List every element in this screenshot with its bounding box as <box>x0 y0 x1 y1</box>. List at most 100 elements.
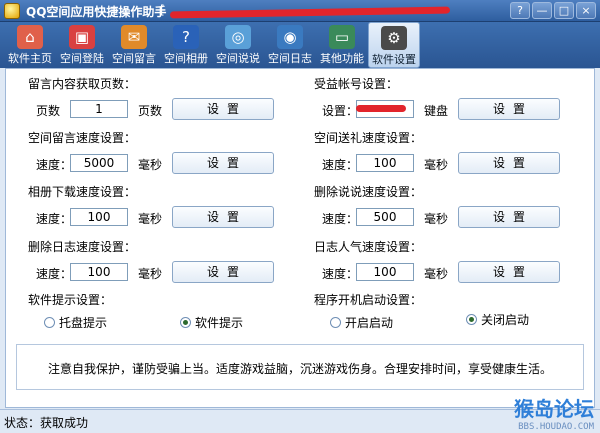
monitor-icon: ▭ <box>329 25 355 49</box>
app-title: QQ空间应用快捷操作助手 <box>26 5 167 19</box>
toolbar-label: 软件主页 <box>8 52 52 65</box>
popularity-speed-set-button[interactable]: 设置 <box>458 261 560 283</box>
msg-speed-input[interactable]: 5000 <box>70 154 128 172</box>
radio-button[interactable] <box>180 317 191 328</box>
redaction-mark <box>356 105 406 112</box>
toolbar-login[interactable]: ▣ 空间登陆 <box>56 22 108 68</box>
field-label: 速度： <box>322 212 359 226</box>
field-label: 页数 <box>36 104 61 118</box>
popularity-speed-setting: 日志人气速度设置： 速度： 100 毫秒 设置 <box>306 238 583 288</box>
toolbar-home[interactable]: ⌂ 软件主页 <box>4 22 56 68</box>
field-label: 设置： <box>322 104 359 118</box>
talk-icon: ◎ <box>225 25 251 49</box>
watermark-logo: 猴岛论坛 <box>514 397 594 421</box>
radio-button[interactable] <box>466 314 477 325</box>
unit-label: 毫秒 <box>424 267 449 281</box>
radio-enable-autostart[interactable]: 开启启动 <box>330 314 393 331</box>
diary-icon: ◉ <box>277 25 303 49</box>
home-icon: ⌂ <box>17 25 43 49</box>
notice-text: 注意自我保护，谨防受骗上当。适度游戏益脑，沉迷游戏伤身。合理安排时间，享受健康生… <box>47 362 552 376</box>
toolbar-monitor[interactable]: ▭ 其他功能 <box>316 22 368 68</box>
unit-label: 毫秒 <box>424 212 449 226</box>
unit-label: 页数 <box>138 104 163 118</box>
group-title: 程序开机启动设置： <box>314 293 423 307</box>
field-label: 速度： <box>36 158 73 172</box>
group-title: 日志人气速度设置： <box>314 240 423 254</box>
radio-label: 托盘提示 <box>59 316 108 330</box>
login-icon: ▣ <box>69 25 95 49</box>
message-icon: ✉ <box>121 25 147 49</box>
group-title: 受益帐号设置： <box>314 77 399 91</box>
field-label: 速度： <box>322 158 359 172</box>
radio-label: 关闭启动 <box>481 313 530 327</box>
toolbar-message[interactable]: ✉ 空间留言 <box>108 22 160 68</box>
tips-setting: 软件提示设置： 托盘提示 软件提示 <box>20 291 297 341</box>
toolbar-label: 空间日志 <box>268 52 312 65</box>
app-icon <box>4 3 20 19</box>
account-setting: 受益帐号设置： 设置： 键盘 设置 <box>306 75 583 125</box>
album-speed-setting: 相册下载速度设置： 速度： 100 毫秒 设置 <box>20 183 297 233</box>
status-bar: 状态：获取成功 <box>0 409 600 433</box>
diary-speed-setting: 删除日志速度设置： 速度： 100 毫秒 设置 <box>20 238 297 288</box>
toolbar-talk[interactable]: ◎ 空间说说 <box>212 22 264 68</box>
group-title: 留言内容获取页数： <box>28 77 137 91</box>
radio-button[interactable] <box>330 317 341 328</box>
toolbar-label: 其他功能 <box>320 52 364 65</box>
toolbar-album[interactable]: ? 空间相册 <box>160 22 212 68</box>
toolbar-diary[interactable]: ◉ 空间日志 <box>264 22 316 68</box>
group-title: 相册下载速度设置： <box>28 185 137 199</box>
maximize-button[interactable]: □ <box>554 2 574 19</box>
album-speed-input[interactable]: 100 <box>70 208 128 226</box>
diary-speed-set-button[interactable]: 设置 <box>172 261 274 283</box>
unit-label: 键盘 <box>424 104 449 118</box>
radio-tray-tips[interactable]: 托盘提示 <box>44 314 107 331</box>
unit-label: 毫秒 <box>138 267 163 281</box>
main-toolbar: ⌂ 软件主页 ▣ 空间登陆 ✉ 空间留言 ? 空间相册 ◎ 空间说说 ◉ 空间日志 ▭ 其他功能 ⚙ 软件设置 <box>0 22 600 68</box>
pages-set-button[interactable]: 设置 <box>172 98 274 120</box>
pages-setting: 留言内容获取页数： 页数 1 页数 设置 <box>20 75 297 125</box>
radio-button[interactable] <box>44 317 55 328</box>
field-label: 速度： <box>36 267 73 281</box>
title-bracket: [ <box>160 3 165 17</box>
talk-speed-set-button[interactable]: 设置 <box>458 206 560 228</box>
watermark: 猴岛论坛 BBS.HOUDAO.COM <box>514 393 594 432</box>
gift-speed-input[interactable]: 100 <box>356 154 414 172</box>
close-button[interactable]: × <box>576 2 596 19</box>
radio-software-tips[interactable]: 软件提示 <box>180 314 243 331</box>
help-button[interactable]: ? <box>510 2 530 19</box>
settings-panel: 留言内容获取页数： 页数 1 页数 设置 受益帐号设置： 设置： 键盘 设置 空… <box>5 68 595 408</box>
toolbar-label: 空间说说 <box>216 52 260 65</box>
msg-speed-setting: 空间留言速度设置： 速度： 5000 毫秒 设置 <box>20 129 297 179</box>
talk-speed-setting: 删除说说速度设置： 速度： 500 毫秒 设置 <box>306 183 583 233</box>
minimize-button[interactable]: — <box>532 2 552 19</box>
talk-speed-input[interactable]: 500 <box>356 208 414 226</box>
status-text: 状态：获取成功 <box>4 416 89 430</box>
diary-speed-input[interactable]: 100 <box>70 263 128 281</box>
gear-icon: ⚙ <box>381 26 407 50</box>
radio-disable-autostart[interactable]: 关闭启动 <box>466 311 529 328</box>
field-label: 速度： <box>322 267 359 281</box>
group-title: 删除日志速度设置： <box>28 240 137 254</box>
watermark-url: BBS.HOUDAO.COM <box>518 422 594 432</box>
gift-speed-set-button[interactable]: 设置 <box>458 152 560 174</box>
field-label: 速度： <box>36 212 73 226</box>
gift-speed-setting: 空间送礼速度设置： 速度： 100 毫秒 设置 <box>306 129 583 179</box>
group-title: 删除说说速度设置： <box>314 185 423 199</box>
msg-speed-set-button[interactable]: 设置 <box>172 152 274 174</box>
toolbar-label: 软件设置 <box>372 53 416 66</box>
radio-label: 开启启动 <box>345 316 394 330</box>
title-bar: QQ空间应用快捷操作助手 [ ? — □ × <box>0 0 600 22</box>
autostart-setting: 程序开机启动设置： 开启启动 关闭启动 <box>306 291 583 341</box>
popularity-speed-input[interactable]: 100 <box>356 263 414 281</box>
account-set-button[interactable]: 设置 <box>458 98 560 120</box>
album-speed-set-button[interactable]: 设置 <box>172 206 274 228</box>
toolbar-gear[interactable]: ⚙ 软件设置 <box>368 22 420 68</box>
unit-label: 毫秒 <box>424 158 449 172</box>
toolbar-label: 空间留言 <box>112 52 156 65</box>
group-title: 空间送礼速度设置： <box>314 131 423 145</box>
group-title: 软件提示设置： <box>28 293 113 307</box>
album-icon: ? <box>173 25 199 49</box>
redaction-mark <box>169 6 451 19</box>
unit-label: 毫秒 <box>138 158 163 172</box>
pages-input[interactable]: 1 <box>70 100 128 118</box>
